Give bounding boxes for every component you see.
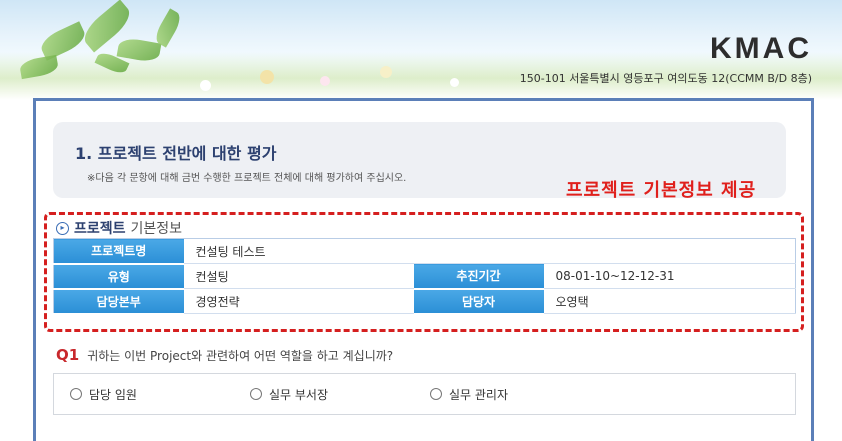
value-project-name: 컨설팅 테스트 [183, 238, 796, 264]
label-manager: 담당자 [413, 288, 544, 315]
option-label: 실무 관리자 [449, 387, 509, 402]
option-manager[interactable]: 실무 관리자 [430, 386, 508, 403]
survey-frame: 1. 프로젝트 전반에 대한 평가 ※다음 각 문항에 대해 금번 수행한 프로… [33, 98, 814, 441]
option-label: 담당 임원 [89, 387, 137, 402]
table-row: 프로젝트명 컨설팅 테스트 [53, 238, 796, 265]
value-type: 컨설팅 [183, 263, 414, 289]
annotation-label: 프로젝트 기본정보 제공 [566, 180, 757, 201]
question-number: Q1 [56, 346, 80, 364]
table-row: 유형 컨설팅 추진기간 08-01-10~12-12-31 [53, 263, 796, 290]
kmac-logo: KMAC [710, 32, 812, 65]
radio-button[interactable] [430, 388, 442, 400]
options-box: 담당 임원 실무 부서장 실무 관리자 [53, 373, 796, 415]
heading-light: 기본정보 [130, 221, 183, 237]
radio-button[interactable] [70, 388, 82, 400]
header-banner: KMAC 150-101 서울특별시 영등포구 여의도동 12(CCMM B/D… [0, 0, 842, 100]
table-row: 담당본부 경영전략 담당자 오영택 [53, 288, 796, 315]
label-type: 유형 [53, 263, 184, 290]
leaf-decoration [152, 8, 184, 48]
radio-button[interactable] [250, 388, 262, 400]
option-department-head[interactable]: 실무 부서장 [250, 386, 328, 403]
question-text: 귀하는 이번 Project와 관련하여 어떤 역할을 하고 계십니까? [87, 348, 394, 363]
flower-decoration [450, 78, 459, 87]
label-division: 담당본부 [53, 288, 184, 315]
label-project-name: 프로젝트명 [53, 238, 184, 265]
flower-decoration [260, 70, 274, 84]
option-label: 실무 부서장 [269, 387, 329, 402]
value-manager: 오영택 [543, 288, 796, 314]
chevron-right-icon: ▸ [56, 221, 69, 235]
heading-strong: 프로젝트 [74, 221, 126, 237]
project-info-heading: ▸ 프로젝트 기본정보 [56, 218, 182, 238]
flower-decoration [380, 66, 392, 78]
option-executive[interactable]: 담당 임원 [70, 386, 137, 403]
flower-decoration [320, 76, 330, 86]
section-title: 1. 프로젝트 전반에 대한 평가 [75, 144, 277, 163]
question-line: Q1 귀하는 이번 Project와 관련하여 어떤 역할을 하고 계십니까? [56, 346, 393, 364]
value-period: 08-01-10~12-12-31 [543, 263, 796, 289]
project-info-table: 프로젝트명 컨설팅 테스트 유형 컨설팅 추진기간 08-01-10~12-12… [53, 238, 796, 315]
section-note: ※다음 각 문항에 대해 금번 수행한 프로젝트 전체에 대해 평가하여 주십시… [87, 173, 407, 184]
company-address: 150-101 서울특별시 영등포구 여의도동 12(CCMM B/D 8층) [519, 72, 812, 85]
value-division: 경영전략 [183, 288, 414, 314]
flower-decoration [200, 80, 211, 91]
label-period: 추진기간 [413, 263, 544, 290]
